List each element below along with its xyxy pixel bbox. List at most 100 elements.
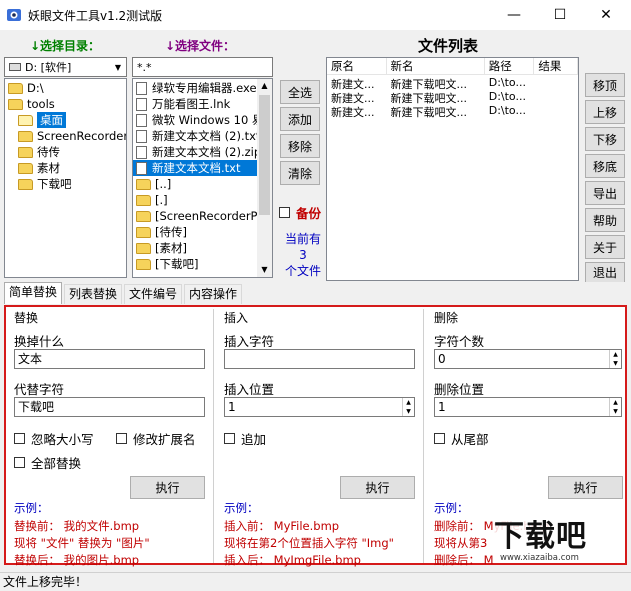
- select-dir-label: ↓选择目录：: [30, 39, 101, 53]
- file-list-item[interactable]: [待传]: [133, 224, 258, 240]
- directory-tree[interactable]: D:\ tools桌面ScreenRecorderPr 待传素材下载吧: [4, 78, 127, 278]
- delete-pos-spinner[interactable]: 1 ▲ ▼: [434, 397, 622, 417]
- table-row[interactable]: 新建文... 新建下载吧文... D:\to...: [327, 76, 578, 90]
- file-list-item[interactable]: [素材]: [133, 240, 258, 256]
- current-count-line3: 个文件: [284, 264, 321, 278]
- drive-icon: [9, 63, 21, 71]
- move-top-button[interactable]: 移顶: [585, 73, 625, 97]
- tree-item-label: D:\: [27, 81, 44, 95]
- table-row[interactable]: 新建文... 新建下载吧文... D:\to...: [327, 104, 578, 118]
- tree-item[interactable]: 桌面: [5, 112, 126, 128]
- file-listbox[interactable]: 绿软专用编辑器.exe 万能看图王.lnk 微软 Windows 10 易新建文本文…: [132, 78, 273, 278]
- scroll-thumb[interactable]: [259, 95, 270, 215]
- file-list-item[interactable]: 新建文本文档 (2).txt: [133, 128, 258, 144]
- tab-content-ops[interactable]: 内容操作: [184, 284, 243, 304]
- insert-chars-label: 插入字符: [224, 334, 275, 349]
- table-cell: D:\to...: [488, 76, 526, 89]
- insert-example-line3: 插入后： MyImgFile.bmp: [224, 553, 361, 567]
- replace-with-input[interactable]: 下载吧: [14, 397, 205, 417]
- file-list-item[interactable]: 新建文本文档.txt: [133, 160, 258, 176]
- modify-ext-checkbox[interactable]: 修改扩展名: [116, 429, 196, 448]
- folder-icon: [18, 178, 33, 190]
- append-checkbox[interactable]: 追加: [224, 429, 266, 448]
- col-result[interactable]: 结果: [534, 58, 578, 74]
- ignore-case-box[interactable]: [14, 433, 25, 444]
- delete-example-line2: 现将从第3: [434, 536, 488, 550]
- move-up-button[interactable]: 上移: [585, 100, 625, 124]
- tree-item[interactable]: 素材: [5, 160, 126, 176]
- tab-list-replace[interactable]: 列表替换: [64, 284, 123, 304]
- about-button[interactable]: 关于: [585, 235, 625, 259]
- select-file-label: ↓选择文件：: [165, 39, 236, 53]
- backup-checkbox[interactable]: 备份: [279, 203, 321, 222]
- append-box[interactable]: [224, 433, 235, 444]
- insert-exec-button[interactable]: 执行: [340, 476, 415, 499]
- from-end-box[interactable]: [434, 433, 445, 444]
- help-button[interactable]: 帮助: [585, 208, 625, 232]
- select-all-button[interactable]: 全选: [280, 80, 320, 104]
- file-list-scrollbar[interactable]: ▲ ▼: [257, 79, 272, 277]
- spinner-arrows-icon[interactable]: ▲ ▼: [609, 398, 621, 416]
- file-list-item[interactable]: [.]: [133, 192, 258, 208]
- file-list-item[interactable]: [下载吧]: [133, 256, 258, 272]
- maximize-button[interactable]: ☐: [537, 0, 583, 30]
- delete-exec-button[interactable]: 执行: [548, 476, 623, 499]
- table-cell: D:\to...: [488, 90, 526, 103]
- minimize-button[interactable]: —: [491, 0, 537, 30]
- tab-simple-replace[interactable]: 简单替换: [4, 282, 63, 304]
- spinner-arrows-icon[interactable]: ▲ ▼: [402, 398, 414, 416]
- move-bottom-button[interactable]: 移底: [585, 154, 625, 178]
- find-input[interactable]: 文本: [14, 349, 205, 369]
- tree-item[interactable]: ScreenRecorderPr: [5, 128, 126, 144]
- insert-example-line2: 现将在第2个位置插入字符 "Img": [224, 536, 394, 550]
- file-list-item[interactable]: 万能看图王.lnk: [133, 96, 258, 112]
- app-icon: [7, 9, 21, 21]
- modify-ext-box[interactable]: [116, 433, 127, 444]
- window-title: 妖眼文件工具v1.2测试版: [28, 9, 163, 23]
- move-down-button[interactable]: 下移: [585, 127, 625, 151]
- col-path[interactable]: 路径: [485, 58, 535, 74]
- replace-example-title: 示例：: [14, 501, 49, 515]
- scroll-up-arrow-icon[interactable]: ▲: [257, 79, 272, 93]
- tree-item[interactable]: 待传: [5, 144, 126, 160]
- replace-exec-button[interactable]: 执行: [130, 476, 205, 499]
- simple-replace-panel: 替换 换掉什么 文本 代替字符 下载吧 忽略大小写 修改扩展名 全部替换 执行 …: [4, 305, 627, 567]
- tab-file-numbering[interactable]: 文件编号: [124, 284, 183, 304]
- scroll-down-arrow-icon[interactable]: ▼: [257, 263, 272, 277]
- table-row[interactable]: 新建文... 新建下载吧文... D:\to...: [327, 90, 578, 104]
- folder-icon: [18, 146, 33, 158]
- export-button[interactable]: 导出: [585, 181, 625, 205]
- replace-all-checkbox[interactable]: 全部替换: [14, 453, 81, 472]
- add-button[interactable]: 添加: [280, 107, 320, 131]
- chevron-down-icon[interactable]: ▼: [110, 58, 126, 76]
- file-list-item[interactable]: 微软 Windows 10 易: [133, 112, 258, 128]
- close-button[interactable]: ✕: [583, 0, 629, 30]
- file-list-item[interactable]: 绿软专用编辑器.exe: [133, 80, 258, 96]
- tree-item-label: 下载吧: [37, 177, 72, 191]
- backup-checkbox-box[interactable]: [279, 207, 290, 218]
- rename-list-view[interactable]: 原名 新名 路径 结果 新建文... 新建下载吧文... D:\to... 新建文..…: [326, 57, 579, 281]
- file-list-item-label: [.]: [155, 193, 168, 207]
- exit-button[interactable]: 退出: [585, 262, 625, 282]
- tree-item[interactable]: tools: [5, 96, 126, 112]
- folder-icon: [18, 114, 33, 126]
- col-original-name[interactable]: 原名: [327, 58, 387, 74]
- filter-input[interactable]: *.*: [132, 57, 273, 77]
- tree-item[interactable]: D:\: [5, 80, 126, 96]
- spinner-arrows-icon[interactable]: ▲ ▼: [609, 350, 621, 368]
- file-list-item[interactable]: [ScreenRecorderProj: [133, 208, 258, 224]
- from-end-checkbox[interactable]: 从尾部: [434, 429, 489, 448]
- drive-select[interactable]: D: [软件] ▼: [4, 57, 127, 77]
- tree-item[interactable]: 下载吧: [5, 176, 126, 192]
- remove-button[interactable]: 移除: [280, 134, 320, 158]
- col-new-name[interactable]: 新名: [387, 58, 485, 74]
- insert-chars-input[interactable]: [224, 349, 415, 369]
- clear-button[interactable]: 清除: [280, 161, 320, 185]
- insert-pos-spinner[interactable]: 1 ▲ ▼: [224, 397, 415, 417]
- file-list-item[interactable]: [..]: [133, 176, 258, 192]
- replace-all-box[interactable]: [14, 457, 25, 468]
- table-cell: 新建文...: [331, 92, 375, 104]
- ignore-case-checkbox[interactable]: 忽略大小写: [14, 429, 94, 448]
- file-list-item[interactable]: 新建文本文档 (2).zip: [133, 144, 258, 160]
- delete-count-spinner[interactable]: 0 ▲ ▼: [434, 349, 622, 369]
